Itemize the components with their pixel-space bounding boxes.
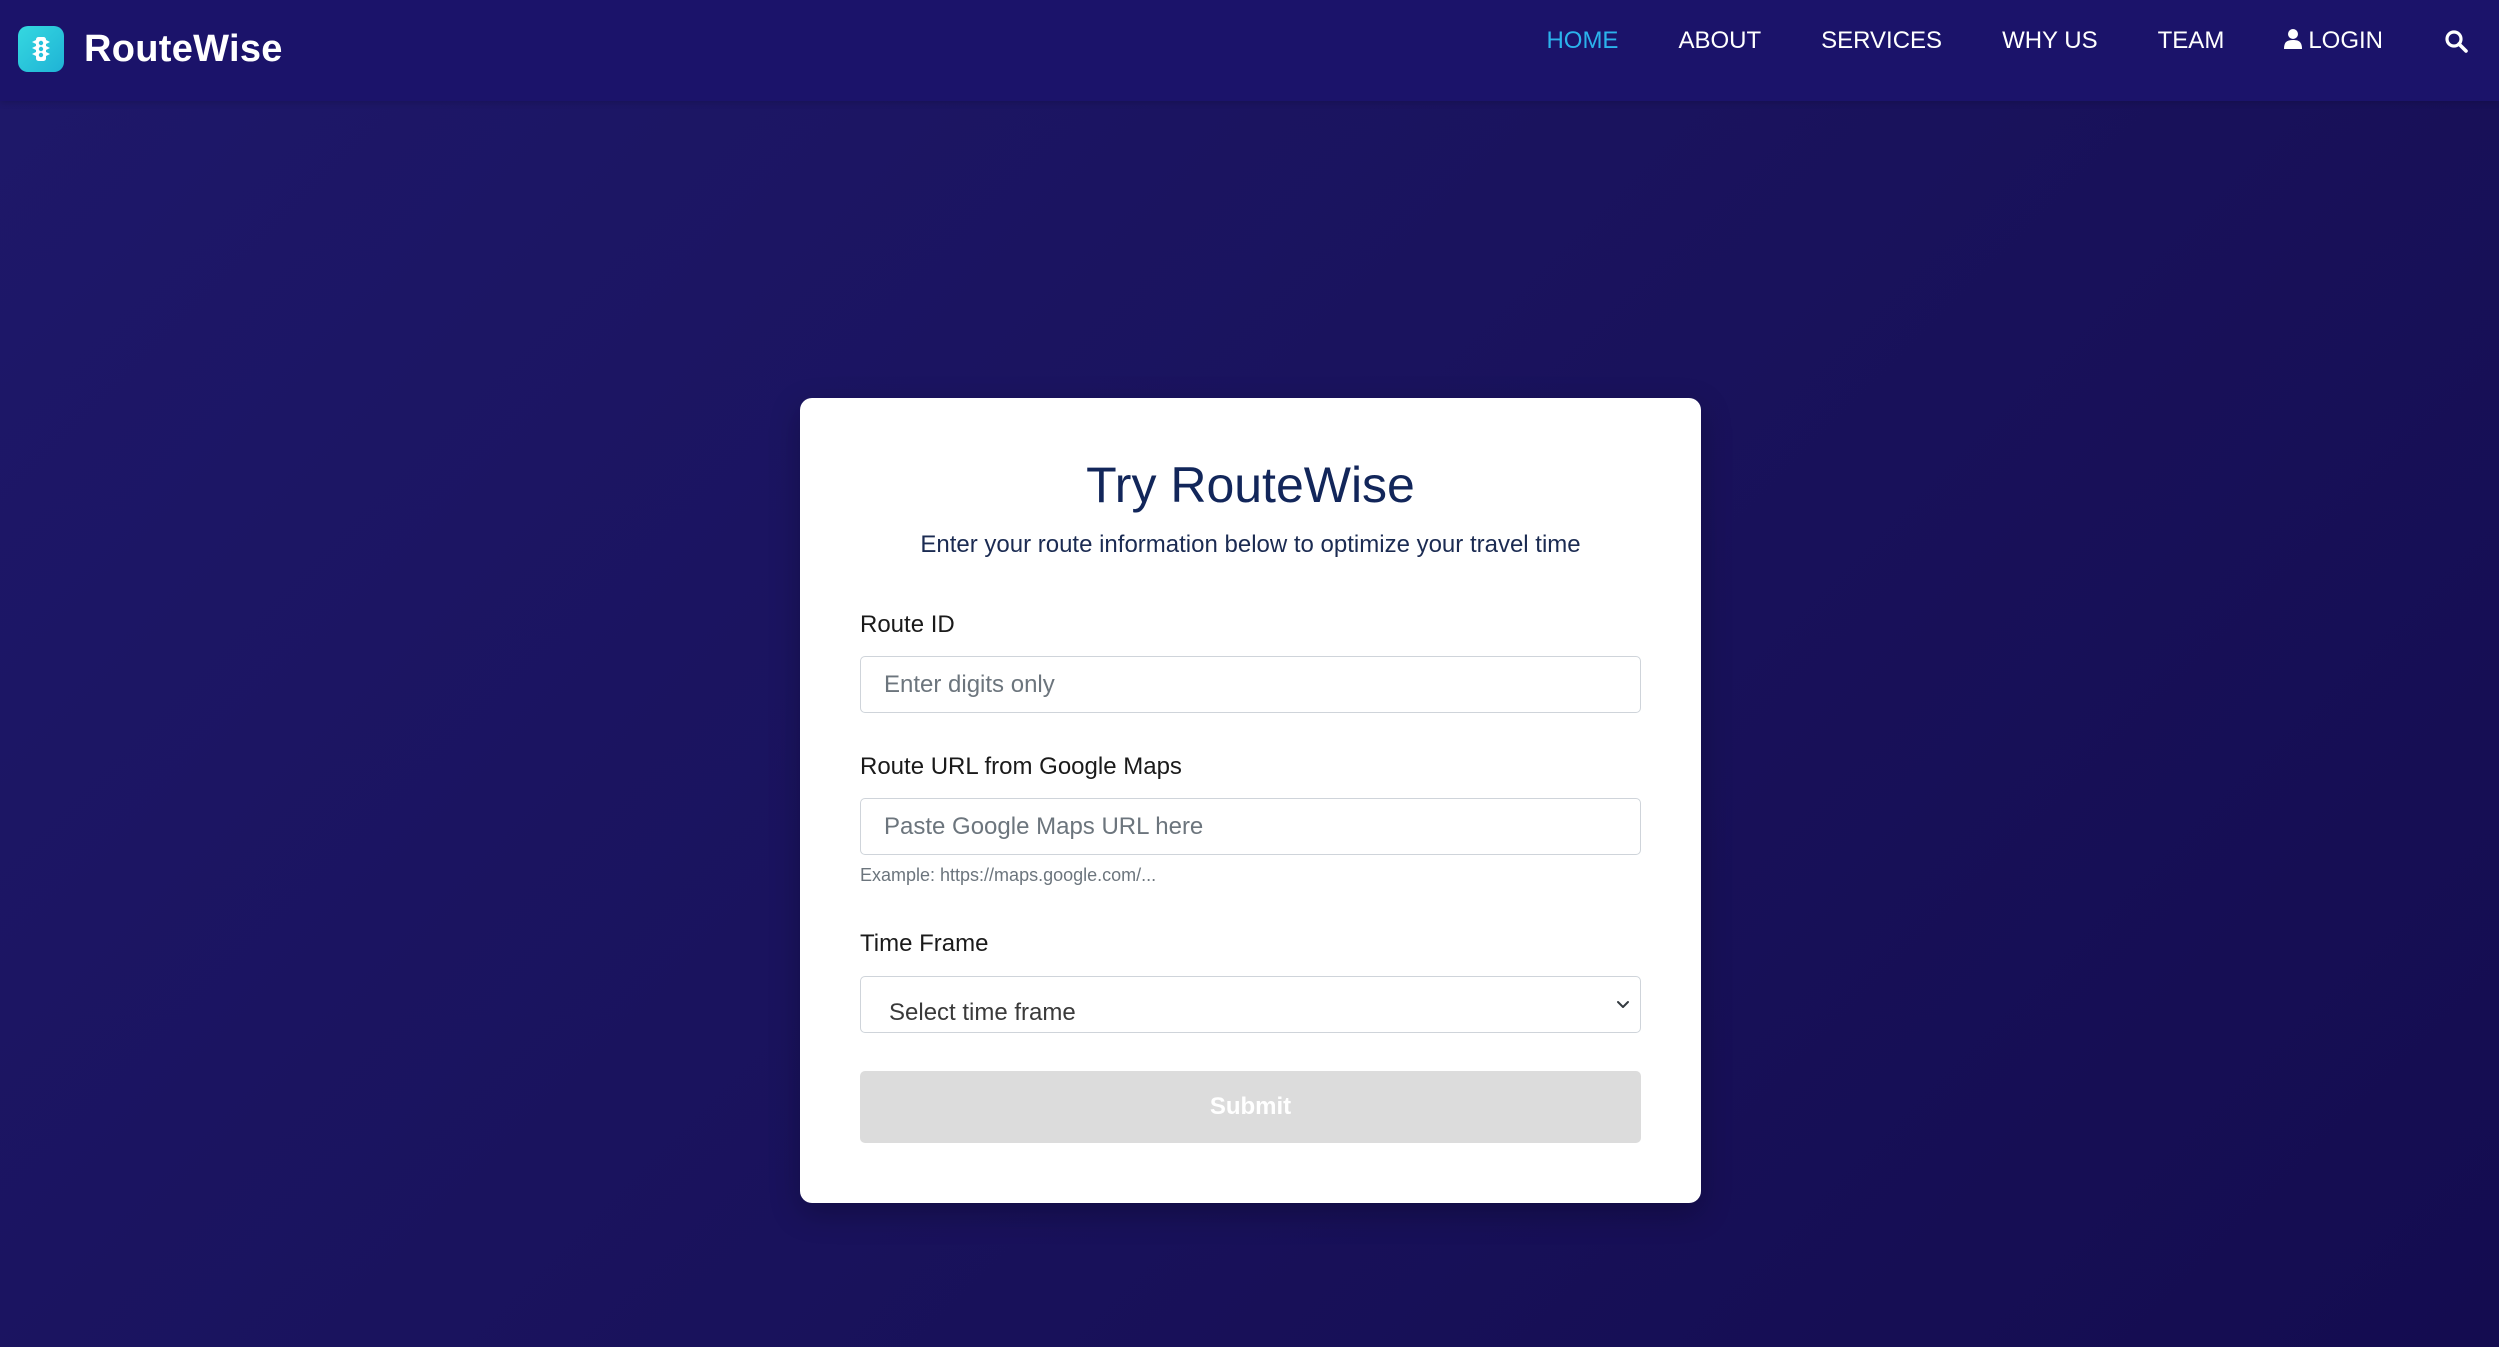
chevron-down-icon bbox=[1614, 995, 1632, 1013]
nav-item-login[interactable]: LOGIN bbox=[2284, 27, 2383, 56]
route-url-help-text: Example: https://maps.google.com/... bbox=[860, 865, 1157, 885]
route-form-card: Try RouteWise Enter your route informati… bbox=[800, 398, 1701, 1203]
route-url-input[interactable] bbox=[860, 798, 1641, 855]
form-subtitle: Enter your route information below to op… bbox=[920, 531, 1581, 558]
main-nav: HOME ABOUT SERVICES WHY US TEAM LOGIN bbox=[1546, 0, 2499, 82]
user-icon bbox=[2284, 28, 2303, 57]
route-id-label: Route ID bbox=[860, 611, 955, 638]
nav-item-home[interactable]: HOME bbox=[1546, 27, 1618, 55]
form-title: Try RouteWise bbox=[1086, 457, 1415, 513]
nav-item-team[interactable]: TEAM bbox=[2158, 27, 2225, 55]
traffic-light-icon bbox=[18, 26, 64, 72]
brand-name: RouteWise bbox=[84, 27, 283, 70]
nav-item-about[interactable]: ABOUT bbox=[1678, 27, 1761, 55]
route-id-input[interactable] bbox=[860, 656, 1641, 713]
route-url-label: Route URL from Google Maps bbox=[860, 753, 1182, 780]
submit-button[interactable]: Submit bbox=[860, 1071, 1641, 1143]
nav-item-services[interactable]: SERVICES bbox=[1821, 27, 1942, 55]
nav-item-why-us[interactable]: WHY US bbox=[2002, 27, 2098, 55]
time-frame-selected-value: Select time frame bbox=[889, 999, 1076, 1026]
time-frame-select[interactable]: Select time frame bbox=[860, 976, 1641, 1033]
brand[interactable]: RouteWise bbox=[18, 25, 283, 73]
search-icon[interactable] bbox=[2443, 28, 2469, 54]
time-frame-label: Time Frame bbox=[860, 930, 989, 957]
nav-item-login-label: LOGIN bbox=[2308, 27, 2383, 54]
top-navbar: RouteWise HOME ABOUT SERVICES WHY US TEA… bbox=[0, 0, 2499, 101]
